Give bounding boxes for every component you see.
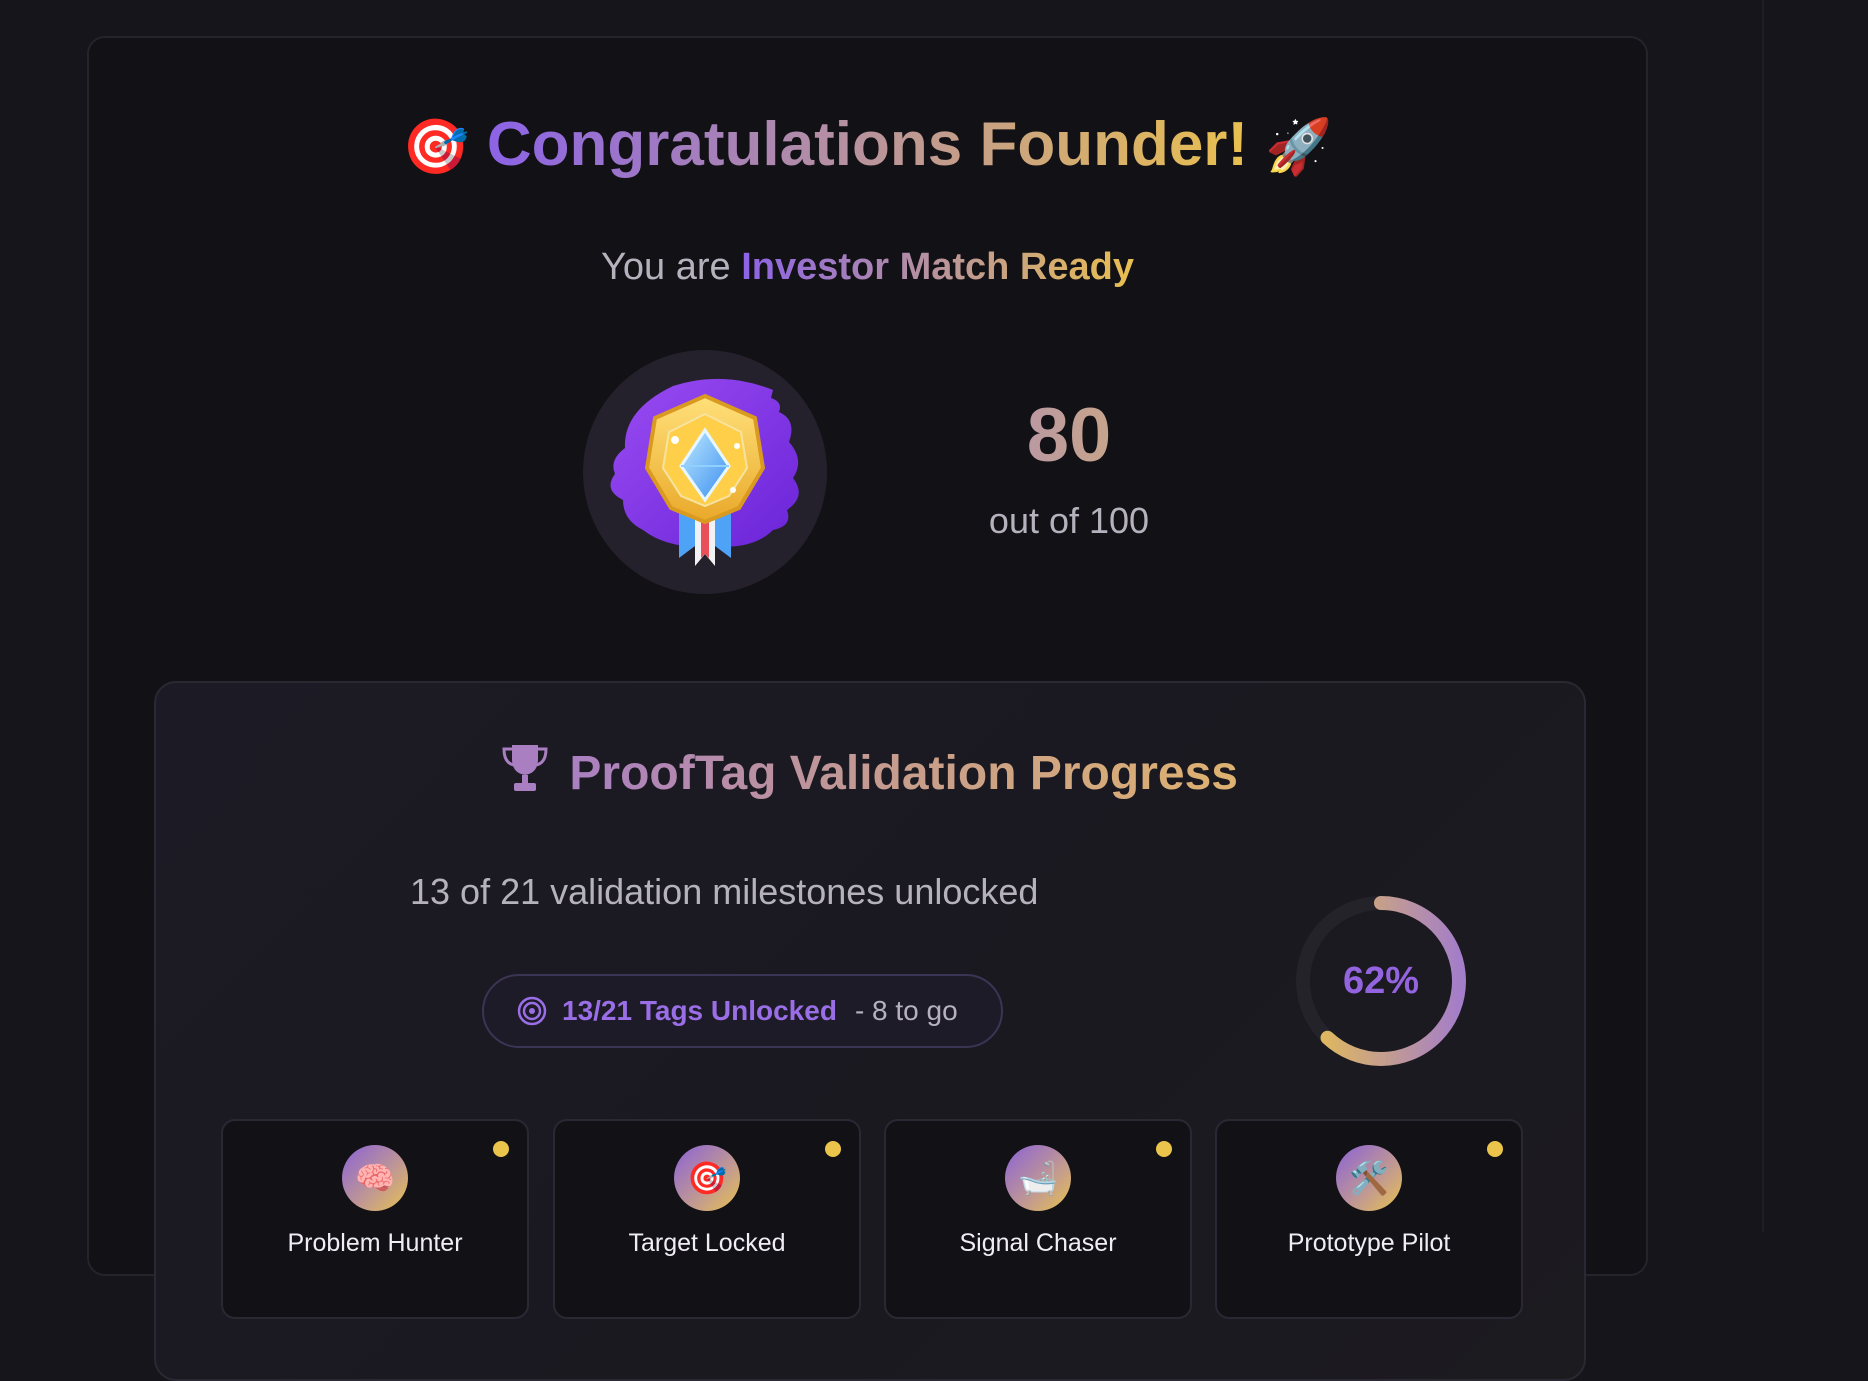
status-dot [493,1141,509,1157]
subtitle-prefix: You are [601,246,731,288]
title-text: Congratulations Founder! [486,110,1249,179]
tags-unlocked-pill: 13/21 Tags Unlocked - 8 to go [482,974,1003,1048]
tag-label: Prototype Pilot [1287,1229,1451,1257]
status-dot [1156,1141,1172,1157]
target-icon: 🎯 [674,1145,740,1211]
score-value: 80 [919,398,1219,474]
milestones-text: 13 of 21 validation milestones unlocked [410,871,1039,912]
progress-percent: 62% [1342,959,1420,1002]
tag-label: Problem Hunter [287,1229,463,1257]
target-icon [516,995,548,1027]
trophy-icon [502,743,548,805]
tag-tile-target-locked[interactable]: 🎯 Target Locked [553,1119,861,1319]
rocket-icon: 🚀 [1265,117,1333,177]
dart-target-icon: 🎯 [402,117,470,177]
progress-title: ProofTag Validation Progress [156,743,1584,805]
score-caption: out of 100 [988,500,1150,541]
status-dot [825,1141,841,1157]
subtitle-highlight: Investor Match Ready [741,246,1134,288]
tools-icon: 🛠️ [1336,1145,1402,1211]
brain-icon: 🧠 [342,1145,408,1211]
medal-icon [610,378,799,566]
page-divider [1762,0,1764,1232]
status-dot [1487,1141,1503,1157]
tag-label: Signal Chaser [959,1229,1117,1257]
bathtub-icon: 🛁 [1005,1145,1071,1211]
tags-remaining: - 8 to go [854,995,958,1026]
score-display: 80 out of 100 [919,398,1219,542]
progress-title-text: ProofTag Validation Progress [569,747,1238,800]
tag-tile-problem-hunter[interactable]: 🧠 Problem Hunter [221,1119,529,1319]
tag-tile-prototype-pilot[interactable]: 🛠️ Prototype Pilot [1215,1119,1523,1319]
tags-unlocked-count: 13/21 Tags Unlocked [562,995,837,1026]
tag-label: Target Locked [628,1229,786,1257]
tag-tile-signal-chaser[interactable]: 🛁 Signal Chaser [884,1119,1192,1319]
subtitle: You are Investor Match Ready [89,246,1646,289]
medal-badge [583,350,827,594]
page-title: 🎯 Congratulations Founder! 🚀 [89,108,1646,182]
results-card: 🎯 Congratulations Founder! 🚀 You are Inv… [87,36,1648,1381]
